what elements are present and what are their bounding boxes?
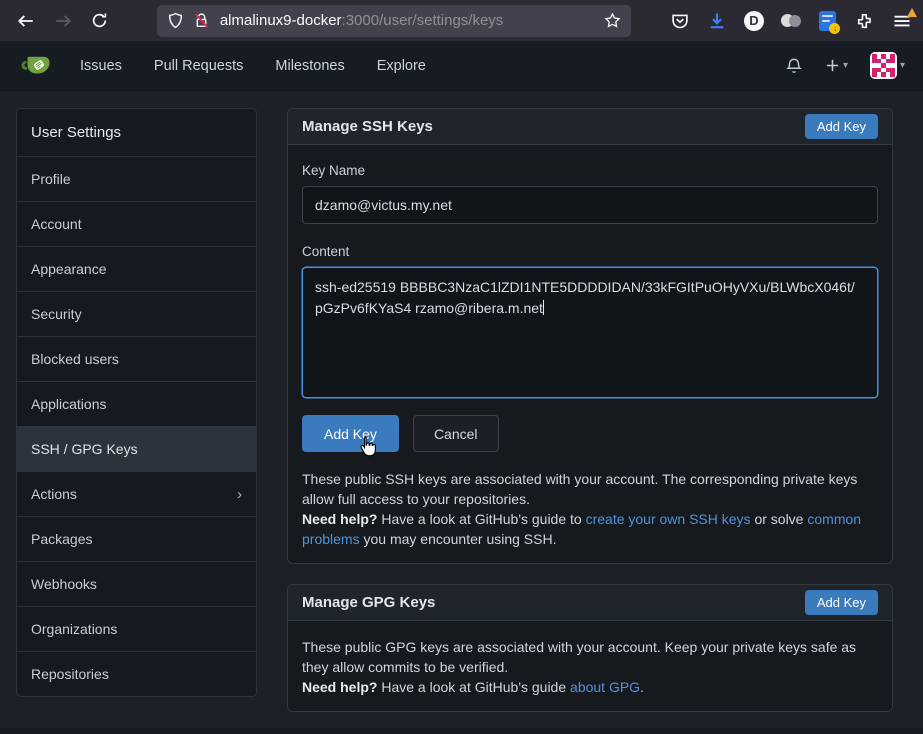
- plus-icon: [825, 58, 840, 73]
- chevron-down-icon: ▾: [900, 60, 905, 71]
- downloads-icon[interactable]: [706, 10, 728, 32]
- gpg-panel-header: Manage GPG Keys Add Key: [288, 585, 892, 621]
- nav-pull-requests[interactable]: Pull Requests: [138, 50, 259, 82]
- cancel-button[interactable]: Cancel: [413, 415, 499, 452]
- duckduckgo-extension-icon[interactable]: D: [743, 10, 765, 32]
- about-gpg-link[interactable]: about GPG: [570, 679, 640, 695]
- insecure-lock-icon[interactable]: [193, 10, 211, 32]
- gpg-panel-body: These public GPG keys are associated wit…: [288, 621, 892, 711]
- settings-main: Manage SSH Keys Add Key Key Name Content…: [287, 108, 893, 712]
- reload-icon: [91, 12, 108, 29]
- reload-button[interactable]: [84, 5, 116, 37]
- chevron-right-icon: ›: [237, 487, 242, 502]
- avatar: [870, 52, 897, 79]
- update-badge: [907, 8, 917, 17]
- sidebar-item-webhooks[interactable]: Webhooks: [17, 561, 256, 606]
- user-menu-button[interactable]: ▾: [864, 46, 911, 85]
- app-navbar: Issues Pull Requests Milestones Explore …: [0, 41, 923, 91]
- url-host: almalinux9-docker: [220, 12, 342, 29]
- sidebar-item-organizations[interactable]: Organizations: [17, 606, 256, 651]
- sidebar-item-blocked-users[interactable]: Blocked users: [17, 336, 256, 381]
- ssh-keys-panel: Manage SSH Keys Add Key Key Name Content…: [287, 108, 893, 564]
- settings-page: User Settings Profile Account Appearance…: [0, 91, 923, 712]
- back-arrow-icon: [17, 12, 35, 30]
- url-bar[interactable]: almalinux9-docker:3000/user/settings/key…: [157, 5, 631, 37]
- url-text: almalinux9-docker:3000/user/settings/key…: [220, 12, 595, 29]
- sidebar-item-actions[interactable]: Actions›: [17, 471, 256, 516]
- chevron-down-icon: ▾: [843, 60, 848, 71]
- url-path: :3000/user/settings/keys: [342, 12, 504, 29]
- back-button[interactable]: [10, 5, 42, 37]
- browser-toolbar: almalinux9-docker:3000/user/settings/key…: [0, 0, 923, 41]
- extensions-puzzle-icon[interactable]: [854, 10, 876, 32]
- notifications-bell-button[interactable]: [779, 51, 809, 81]
- sidebar-title: User Settings: [17, 109, 256, 156]
- ssh-panel-header: Manage SSH Keys Add Key: [288, 109, 892, 145]
- ssh-panel-body: Key Name Content ssh-ed25519 BBBBC3NzaC1…: [288, 145, 892, 563]
- sidebar-item-repositories[interactable]: Repositories: [17, 651, 256, 696]
- text-caret: [543, 300, 545, 315]
- add-key-submit-button[interactable]: Add Key: [302, 415, 399, 452]
- pocket-icon[interactable]: [669, 10, 691, 32]
- ssh-panel-title: Manage SSH Keys: [302, 118, 433, 135]
- create-new-button[interactable]: ▾: [819, 52, 854, 79]
- ssh-help-text: These public SSH keys are associated wit…: [302, 469, 878, 549]
- tracking-shield-icon[interactable]: [167, 12, 184, 29]
- footer-strip: [0, 728, 923, 734]
- sidebar-item-security[interactable]: Security: [17, 291, 256, 336]
- menu-hamburger-icon[interactable]: [891, 10, 913, 32]
- sidebar-item-packages[interactable]: Packages: [17, 516, 256, 561]
- key-name-label: Key Name: [302, 163, 878, 178]
- sidebar-item-account[interactable]: Account: [17, 201, 256, 246]
- ssh-add-key-header-button[interactable]: Add Key: [805, 114, 878, 139]
- key-name-input[interactable]: [302, 186, 878, 224]
- settings-sidebar: User Settings Profile Account Appearance…: [16, 108, 257, 697]
- forward-button[interactable]: [47, 5, 79, 37]
- need-help-label: Need help?: [302, 511, 377, 527]
- gpg-panel-title: Manage GPG Keys: [302, 594, 435, 611]
- content-label: Content: [302, 244, 878, 259]
- need-help-label: Need help?: [302, 679, 377, 695]
- create-ssh-keys-link[interactable]: create your own SSH keys: [586, 511, 751, 527]
- bell-icon: [785, 57, 803, 75]
- bookmark-star-icon[interactable]: [604, 12, 621, 29]
- extension-toolbar: D ↓: [669, 10, 913, 32]
- document-extension-icon[interactable]: ↓: [817, 10, 839, 32]
- nav-milestones[interactable]: Milestones: [259, 50, 360, 82]
- gray-extension-icon[interactable]: [780, 10, 802, 32]
- nav-explore[interactable]: Explore: [361, 50, 442, 82]
- gpg-help-text: These public GPG keys are associated wit…: [302, 637, 878, 697]
- gpg-keys-panel: Manage GPG Keys Add Key These public GPG…: [287, 584, 893, 712]
- content-textarea[interactable]: ssh-ed25519 BBBBC3NzaC1lZDI1NTE5DDDDIDAN…: [302, 267, 878, 398]
- sidebar-item-appearance[interactable]: Appearance: [17, 246, 256, 291]
- sidebar-item-profile[interactable]: Profile: [17, 156, 256, 201]
- sidebar-item-applications[interactable]: Applications: [17, 381, 256, 426]
- forward-arrow-icon: [54, 12, 72, 30]
- gitea-logo[interactable]: [20, 50, 52, 82]
- sidebar-item-ssh-gpg-keys[interactable]: SSH / GPG Keys: [17, 426, 256, 471]
- gpg-add-key-header-button[interactable]: Add Key: [805, 590, 878, 615]
- nav-issues[interactable]: Issues: [64, 50, 138, 82]
